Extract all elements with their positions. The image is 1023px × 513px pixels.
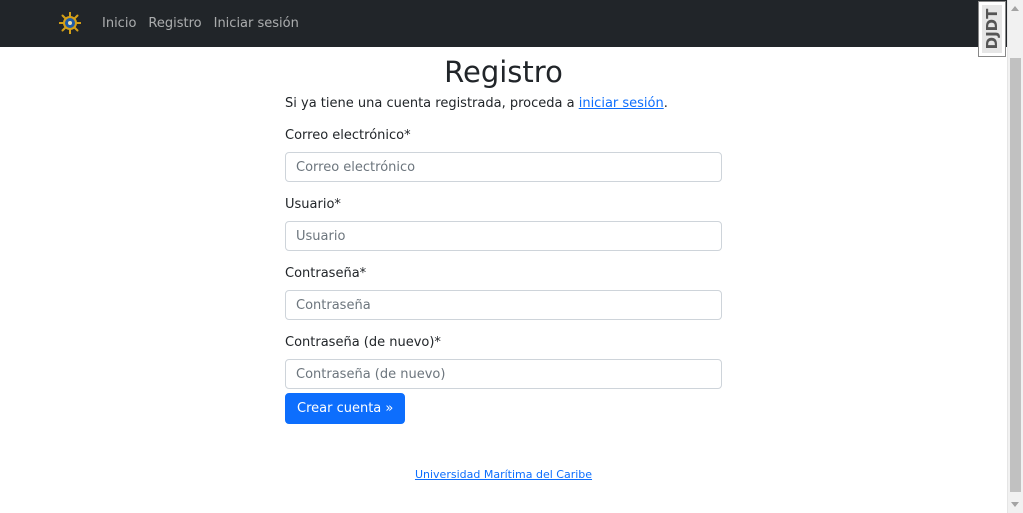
password-label: Contraseña* bbox=[285, 266, 367, 281]
intro-suffix: . bbox=[663, 96, 668, 111]
registration-main: Registro Si ya tiene una cuenta registra… bbox=[285, 47, 722, 424]
password-confirm-group: Contraseña (de nuevo)* bbox=[285, 334, 722, 389]
page-title: Registro bbox=[444, 55, 563, 89]
footer-university-link[interactable]: Universidad Marítima del Caribe bbox=[415, 468, 592, 481]
email-field[interactable] bbox=[285, 152, 722, 182]
scroll-down-arrow-icon[interactable] bbox=[1011, 502, 1019, 507]
debug-toolbar-tab: DJDT bbox=[982, 5, 1002, 53]
nav-link-registro[interactable]: Registro bbox=[148, 16, 201, 31]
nav-link-inicio[interactable]: Inicio bbox=[102, 16, 136, 31]
nav-links: Inicio Registro Iniciar sesión bbox=[102, 0, 299, 47]
intro-text: Si ya tiene una cuenta registrada, proce… bbox=[285, 95, 722, 113]
password-confirm-label: Contraseña (de nuevo)* bbox=[285, 335, 441, 350]
scroll-thumb[interactable] bbox=[1010, 58, 1021, 492]
scroll-up-arrow-icon[interactable] bbox=[1011, 6, 1019, 11]
debug-toolbar-label: DJDT bbox=[983, 8, 1001, 50]
username-group: Usuario* bbox=[285, 196, 722, 251]
password-confirm-field[interactable] bbox=[285, 359, 722, 389]
login-link[interactable]: iniciar sesión bbox=[579, 96, 664, 111]
top-navbar: Inicio Registro Iniciar sesión bbox=[0, 0, 1007, 47]
intro-prefix: Si ya tiene una cuenta registrada, proce… bbox=[285, 96, 579, 111]
debug-toolbar-handle[interactable]: DJDT bbox=[978, 1, 1006, 57]
username-field[interactable] bbox=[285, 221, 722, 251]
email-group: Correo electrónico* bbox=[285, 127, 722, 182]
nav-link-iniciar-sesion[interactable]: Iniciar sesión bbox=[214, 16, 299, 31]
username-label: Usuario* bbox=[285, 197, 341, 212]
password-field[interactable] bbox=[285, 290, 722, 320]
create-account-button[interactable]: Crear cuenta » bbox=[285, 393, 406, 424]
email-label: Correo electrónico* bbox=[285, 128, 411, 143]
password-group: Contraseña* bbox=[285, 265, 722, 320]
vertical-scrollbar[interactable] bbox=[1007, 0, 1023, 513]
page-footer: Universidad Marítima del Caribe bbox=[0, 468, 1007, 481]
compass-logo-icon[interactable] bbox=[58, 11, 82, 35]
browser-viewport: Inicio Registro Iniciar sesión DJDT Regi… bbox=[0, 0, 1023, 513]
